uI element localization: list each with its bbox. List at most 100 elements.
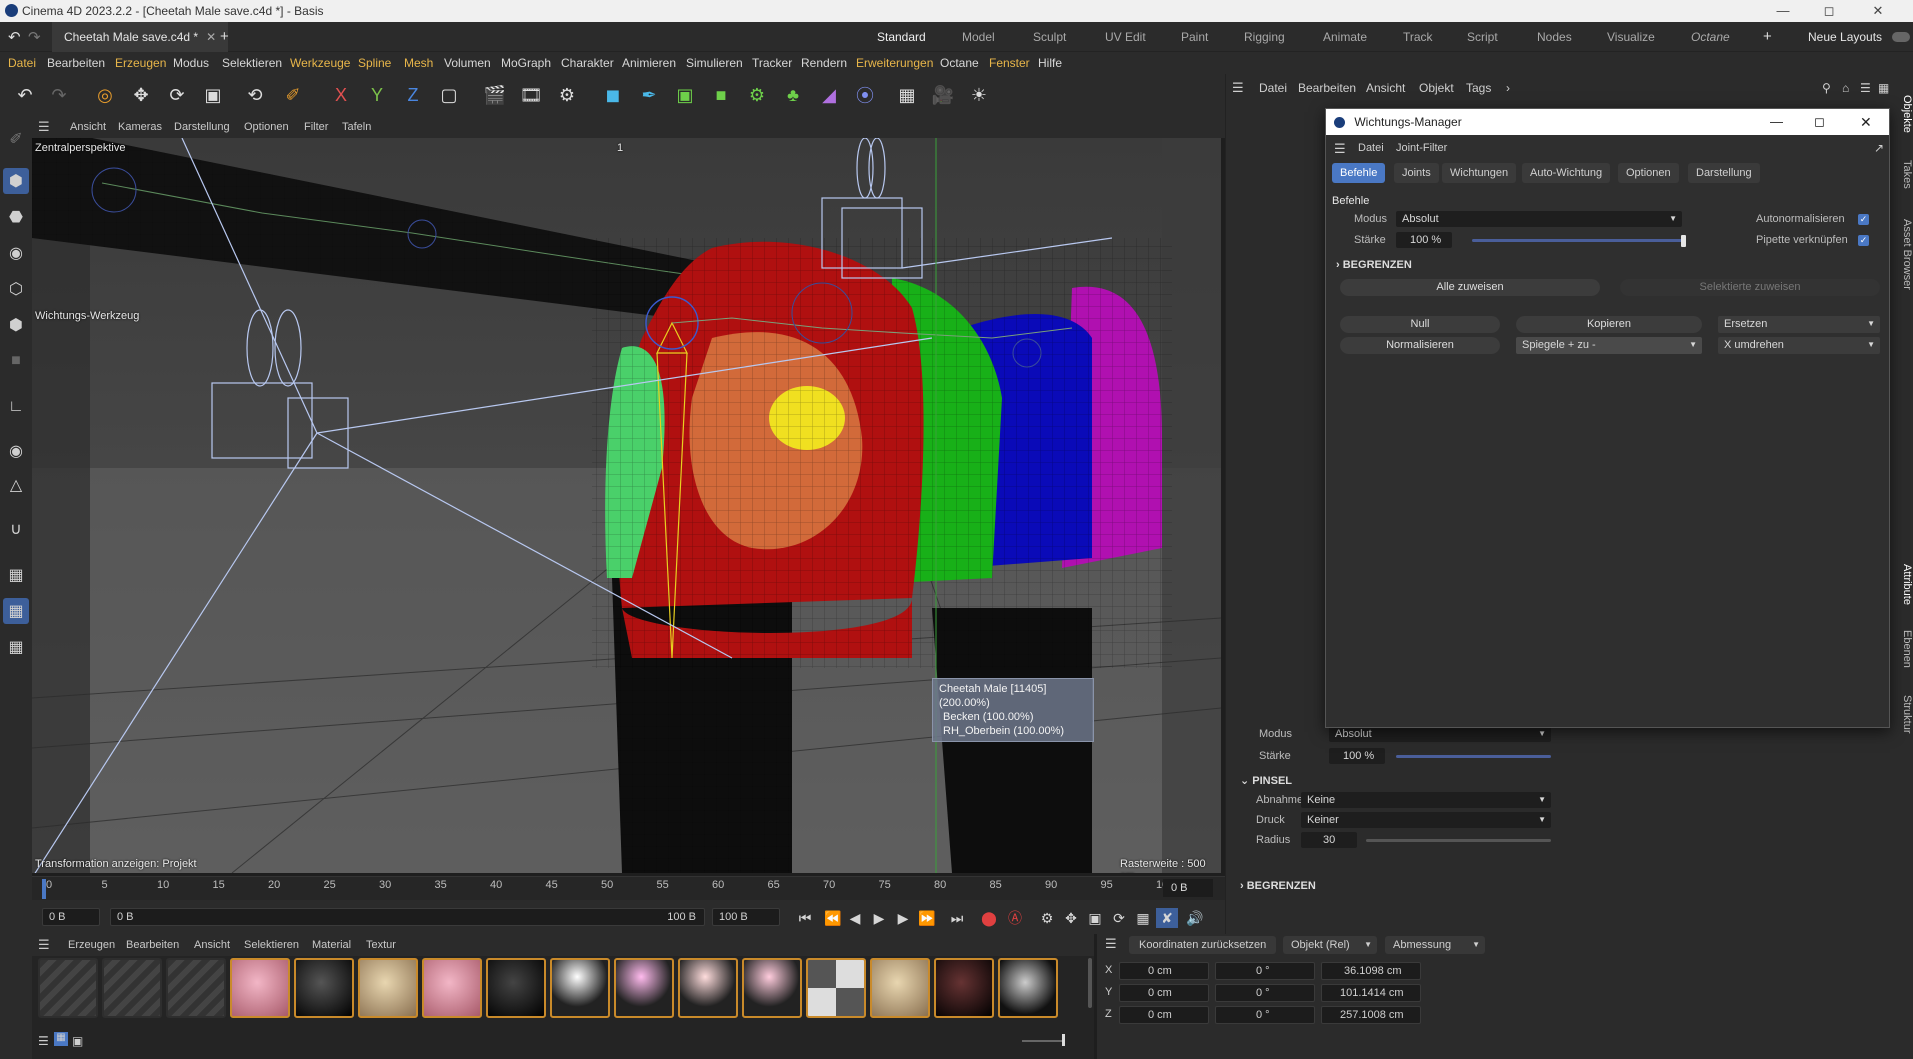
wm-undock-icon[interactable]: ↗ — [1874, 141, 1884, 155]
wm-close-button[interactable]: ✕ — [1860, 109, 1872, 135]
layout-nodes[interactable]: Nodes — [1537, 22, 1572, 52]
close-button[interactable]: ✕ — [1855, 0, 1901, 22]
material-menu-icon[interactable]: ☰ — [38, 934, 50, 956]
close-tab-icon[interactable]: ✕ — [206, 30, 216, 44]
material-swatch[interactable] — [486, 958, 546, 1018]
wm-modus-select[interactable]: Absolut ▼ — [1396, 211, 1682, 227]
layout-track[interactable]: Track — [1403, 22, 1433, 52]
menu-simulieren[interactable]: Simulieren — [686, 52, 743, 74]
wm-menu-datei[interactable]: Datei — [1358, 142, 1384, 154]
material-menu-bearbeiten[interactable]: Bearbeiten — [126, 934, 179, 956]
wm-staerke-field[interactable]: 100 % — [1396, 232, 1452, 248]
grid-view-icon[interactable]: ▦ — [54, 1032, 68, 1046]
material-swatch[interactable] — [678, 958, 738, 1018]
minimize-button[interactable]: — — [1760, 0, 1806, 22]
attr-abnahme-select[interactable]: Keine ▼ — [1301, 792, 1551, 808]
extrude-icon[interactable]: ■ — [706, 80, 736, 110]
3d-viewport[interactable]: Zentralperspektive 1 Wichtungs-Werkzeug … — [32, 138, 1221, 873]
key-position-icon[interactable]: ✥ — [1060, 908, 1082, 928]
menu-tracker[interactable]: Tracker — [752, 52, 792, 74]
new-layouts-button[interactable]: Neue Layouts — [1808, 22, 1882, 52]
home-icon[interactable]: ⌂ — [1842, 74, 1849, 102]
new-tab-button[interactable]: + — [220, 28, 229, 45]
next-key-icon[interactable]: ⏩ — [916, 908, 938, 928]
wm-tab-wichtungen[interactable]: Wichtungen — [1442, 163, 1517, 183]
menu-erzeugen[interactable]: Erzeugen — [115, 52, 166, 74]
layout-rigging[interactable]: Rigging — [1244, 22, 1285, 52]
spline-pen-icon[interactable]: ✒ — [634, 80, 664, 110]
end-frame-field[interactable]: 100 B — [712, 908, 780, 926]
snap-icon[interactable]: ◉ — [3, 438, 29, 464]
material-swatch[interactable] — [422, 958, 482, 1018]
key-param-icon[interactable]: ▦ — [1132, 908, 1154, 928]
coord-menu-icon[interactable]: ☰ — [1105, 936, 1117, 952]
material-swatch[interactable] — [230, 958, 290, 1018]
assign-all-button[interactable]: Alle zuweisen — [1340, 279, 1600, 296]
viewport-menu-optionen[interactable]: Optionen — [244, 116, 289, 138]
wm-staerke-slider[interactable] — [1472, 239, 1682, 242]
copy-button[interactable]: Kopieren — [1516, 316, 1702, 333]
coord-size-x[interactable]: 36.1098 cm — [1321, 962, 1421, 980]
mograph-icon[interactable]: ♣ — [778, 80, 808, 110]
layout-visualize[interactable]: Visualize — [1607, 22, 1655, 52]
camera-label[interactable]: Zentralperspektive — [35, 142, 126, 154]
quantize-icon[interactable]: ▦ — [3, 634, 29, 660]
list-view-icon[interactable]: ☰ — [38, 1034, 49, 1048]
edges-mode-icon[interactable]: ⬡ — [3, 276, 29, 302]
menu-hilfe[interactable]: Hilfe — [1038, 52, 1062, 74]
key-pla-icon[interactable]: ✘ — [1156, 908, 1178, 928]
menu-modus[interactable]: Modus — [173, 52, 209, 74]
coord-pos-x[interactable]: 0 cm — [1119, 962, 1209, 980]
side-tab-objekte[interactable]: Objekte — [1891, 84, 1913, 144]
weight-brush-icon[interactable]: ✐ — [278, 80, 308, 110]
coord-pos-y[interactable]: 0 cm — [1119, 984, 1209, 1002]
keyframe-settings-icon[interactable]: ⚙ — [1036, 908, 1058, 928]
menu-erweiterungen[interactable]: Erweiterungen — [856, 52, 933, 74]
select-tool-icon[interactable]: ◎ — [90, 80, 120, 110]
layout-standard[interactable]: Standard — [877, 22, 926, 54]
zoom-slider[interactable] — [1022, 1040, 1062, 1042]
material-swatch[interactable] — [870, 958, 930, 1018]
cloner-icon[interactable]: ⚙ — [742, 80, 772, 110]
wm-tab-joints[interactable]: Joints — [1394, 163, 1439, 183]
light-icon[interactable]: ☀ — [964, 80, 994, 110]
coord-size-z[interactable]: 257.1008 cm — [1321, 1006, 1421, 1024]
layout-model[interactable]: Model — [962, 22, 995, 52]
object-menu-datei[interactable]: Datei — [1259, 74, 1287, 102]
coord-size-y[interactable]: 101.1414 cm — [1321, 984, 1421, 1002]
play-icon[interactable]: ▶ — [868, 908, 890, 928]
menu-animieren[interactable]: Animieren — [622, 52, 676, 74]
null-button[interactable]: Null — [1340, 316, 1500, 333]
viewport-menu-filter[interactable]: Filter — [304, 116, 328, 138]
side-tab-asset-browser[interactable]: Asset Browser — [1891, 204, 1913, 304]
material-swatch[interactable] — [998, 958, 1058, 1018]
workplane-icon[interactable]: △ — [3, 472, 29, 498]
menu-spline[interactable]: Spline — [358, 52, 391, 74]
assign-selected-button[interactable]: Selektierte zuweisen — [1620, 279, 1880, 296]
menu-werkzeuge[interactable]: Werkzeuge — [290, 52, 350, 74]
menu-datei[interactable]: Datei — [8, 52, 36, 74]
layout-paint[interactable]: Paint — [1181, 22, 1208, 52]
menu-bearbeiten[interactable]: Bearbeiten — [47, 52, 105, 74]
viewport-menu-darstellung[interactable]: Darstellung — [174, 116, 230, 138]
layout-animate[interactable]: Animate — [1323, 22, 1367, 52]
layout-script[interactable]: Script — [1467, 22, 1498, 52]
lasso-icon[interactable]: ⟲ — [240, 80, 270, 110]
redo-icon[interactable]: ↷ — [28, 28, 41, 46]
layout-uv-edit[interactable]: UV Edit — [1105, 22, 1146, 52]
object-menu-ansicht[interactable]: Ansicht — [1366, 74, 1405, 102]
mirror-select[interactable]: Spiegele + zu - ▼ — [1516, 337, 1702, 354]
material-swatch[interactable] — [934, 958, 994, 1018]
material-scrollbar[interactable] — [1088, 958, 1092, 1008]
floor-icon[interactable]: ▦ — [892, 80, 922, 110]
filter-icon[interactable]: ☰ — [1860, 74, 1871, 102]
prev-frame-icon[interactable]: ◀ — [844, 908, 866, 928]
maximize-button[interactable]: ◻ — [1806, 0, 1852, 22]
prev-key-icon[interactable]: ⏪ — [822, 908, 844, 928]
current-frame-field[interactable]: 0 B — [42, 908, 100, 926]
undo-icon[interactable]: ↶ — [10, 80, 40, 110]
deformer-icon[interactable]: ◢ — [814, 80, 844, 110]
pen-icon[interactable]: ✐ — [3, 126, 29, 152]
material-swatch[interactable] — [294, 958, 354, 1018]
subdivision-icon[interactable]: ▣ — [670, 80, 700, 110]
